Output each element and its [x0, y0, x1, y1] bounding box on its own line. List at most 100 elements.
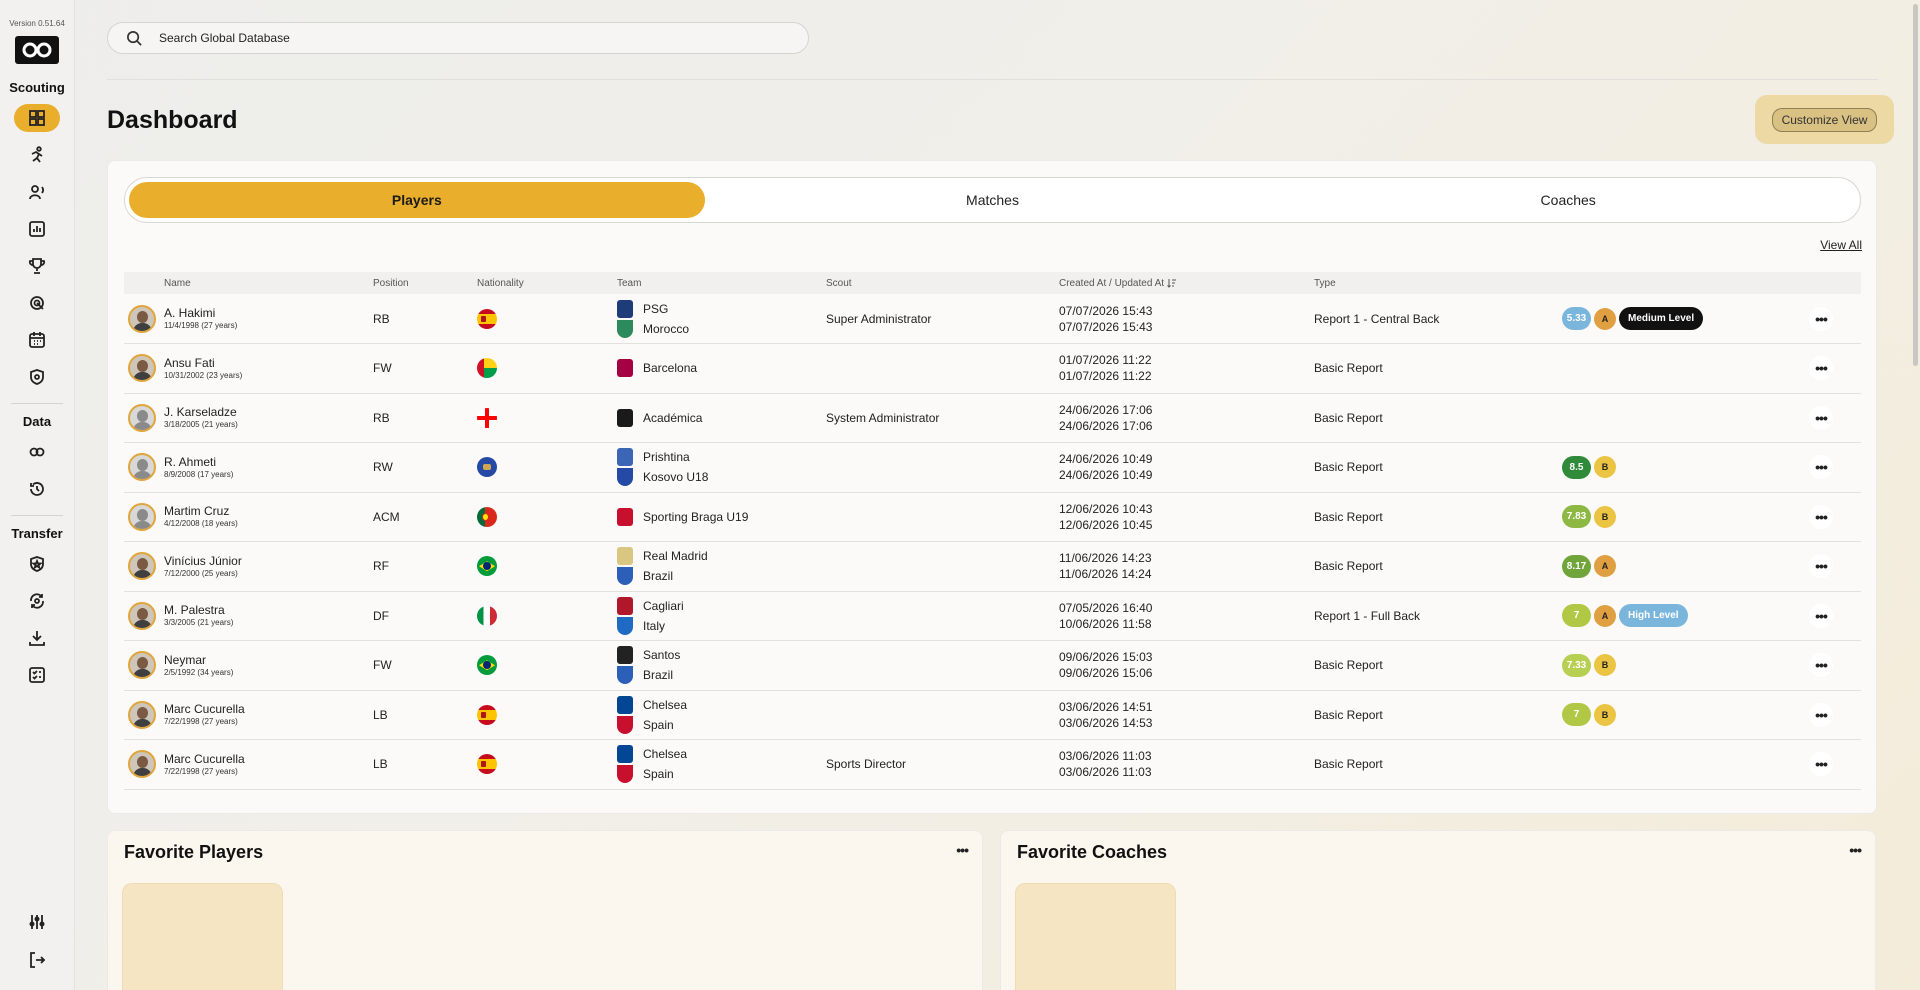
scout-name	[826, 641, 1059, 691]
table-row[interactable]: Marc Cucurella 7/22/1998 (27 years) LB C…	[124, 690, 1861, 740]
search-input[interactable]	[159, 31, 759, 45]
team-entry[interactable]: Académica	[617, 408, 826, 428]
row-menu-button[interactable]: •••	[1809, 653, 1833, 678]
report-type: Basic Report	[1314, 707, 1383, 722]
team-entry[interactable]: Chelsea	[617, 695, 826, 715]
team-crest-icon	[617, 666, 633, 685]
team-entry[interactable]: Cagliari	[617, 596, 826, 616]
target-icon[interactable]	[14, 289, 60, 317]
updated-at: 09/06/2026 15:06	[1059, 666, 1153, 681]
team-entry[interactable]: Kosovo U18	[617, 467, 826, 487]
team-entry[interactable]: Prishtina	[617, 447, 826, 467]
row-menu-button[interactable]: •••	[1809, 554, 1833, 579]
team-name: Barcelona	[643, 361, 698, 376]
team-entry[interactable]: Real Madrid	[617, 546, 826, 566]
scout-icon[interactable]	[14, 178, 60, 206]
data-icon[interactable]	[14, 438, 60, 466]
player-name[interactable]: R. Ahmeti	[164, 455, 373, 469]
calendar-icon[interactable]	[14, 326, 60, 354]
team-entry[interactable]: Sporting Braga U19	[617, 507, 826, 527]
team-name: Cagliari	[643, 598, 684, 613]
view-all-link[interactable]: View All	[1820, 238, 1862, 252]
checklist-icon[interactable]	[14, 661, 60, 689]
trophy-icon[interactable]	[14, 252, 60, 280]
player-name[interactable]: Neymar	[164, 653, 373, 667]
header-divider	[107, 79, 1878, 80]
reports-icon[interactable]	[14, 215, 60, 243]
player-name[interactable]: Marc Cucurella	[164, 702, 373, 716]
app-logo[interactable]	[15, 36, 59, 64]
table-row[interactable]: Neymar 2/5/1992 (34 years) FW Santos Bra…	[124, 641, 1861, 691]
favorite-coach-placeholder[interactable]	[1015, 883, 1176, 990]
row-menu-button[interactable]: •••	[1809, 603, 1833, 628]
page-scrollbar[interactable]	[1910, 0, 1920, 990]
tab-players[interactable]: Players	[129, 182, 705, 218]
table-row[interactable]: J. Karseladze 3/18/2005 (21 years) RB Ac…	[124, 393, 1861, 443]
tab-matches[interactable]: Matches	[705, 182, 1281, 218]
team-entry[interactable]: Spain	[617, 764, 826, 784]
team-entry[interactable]: Morocco	[617, 319, 826, 339]
row-menu-button[interactable]: •••	[1809, 504, 1833, 529]
scrollbar-thumb[interactable]	[1913, 4, 1918, 366]
sort-icon[interactable]	[1167, 278, 1177, 288]
player-name[interactable]: J. Karseladze	[164, 405, 373, 419]
row-menu-button[interactable]: •••	[1809, 455, 1833, 480]
team-entry[interactable]: PSG	[617, 299, 826, 319]
row-menu-button[interactable]: •••	[1809, 752, 1833, 777]
row-menu-button[interactable]: •••	[1809, 702, 1833, 727]
row-menu-button[interactable]: •••	[1809, 306, 1833, 331]
column-header-nationality[interactable]: Nationality	[477, 272, 617, 294]
table-row[interactable]: M. Palestra 3/3/2005 (21 years) DF Cagli…	[124, 591, 1861, 641]
team-entry[interactable]: Barcelona	[617, 358, 826, 378]
column-header-type[interactable]: Type	[1314, 272, 1562, 294]
player-name[interactable]: A. Hakimi	[164, 306, 373, 320]
player-icon[interactable]	[14, 141, 60, 169]
team-entry[interactable]: Brazil	[617, 566, 826, 586]
team-entry[interactable]: Spain	[617, 715, 826, 735]
transfer-shield-icon[interactable]	[14, 550, 60, 578]
shield-icon[interactable]	[14, 363, 60, 391]
players-table: Name Position Nationality Team Scout Cre…	[124, 272, 1861, 790]
team-entry[interactable]: Brazil	[617, 665, 826, 685]
dashboard-icon[interactable]	[14, 104, 60, 132]
logout-icon[interactable]	[14, 946, 60, 974]
favorite-coaches-menu-button[interactable]: •••	[1849, 842, 1862, 858]
player-name[interactable]: M. Palestra	[164, 603, 373, 617]
player-position: FW	[373, 361, 392, 376]
scout-name: System Administrator	[826, 410, 940, 425]
updated-at: 24/06/2026 10:49	[1059, 468, 1153, 483]
settings-icon[interactable]	[14, 908, 60, 936]
column-header-scout[interactable]: Scout	[826, 272, 1059, 294]
table-row[interactable]: Ansu Fati 10/31/2002 (23 years) FW Barce…	[124, 344, 1861, 393]
team-entry[interactable]: Santos	[617, 645, 826, 665]
table-row[interactable]: Marc Cucurella 7/22/1998 (27 years) LB C…	[124, 740, 1861, 789]
table-row[interactable]: Martim Cruz 4/12/2008 (18 years) ACM Spo…	[124, 492, 1861, 542]
grade-badge: A	[1594, 555, 1616, 578]
customize-view-button[interactable]: Customize View	[1771, 107, 1878, 132]
table-row[interactable]: R. Ahmeti 8/9/2008 (17 years) RW Prishti…	[124, 443, 1861, 492]
tab-coaches[interactable]: Coaches	[1280, 182, 1856, 218]
row-menu-button[interactable]: •••	[1809, 356, 1833, 381]
column-header-name[interactable]: Name	[164, 272, 373, 294]
favorite-player-placeholder[interactable]	[122, 883, 283, 990]
table-row[interactable]: Vinícius Júnior 7/12/2000 (25 years) RF …	[124, 542, 1861, 591]
team-entry[interactable]: Chelsea	[617, 744, 826, 764]
updated-at: 11/06/2026 14:24	[1059, 567, 1152, 582]
table-row[interactable]: A. Hakimi 11/4/1998 (27 years) RB PSG Mo…	[124, 294, 1861, 344]
row-menu-button[interactable]: •••	[1809, 405, 1833, 430]
history-icon[interactable]	[14, 475, 60, 503]
global-search[interactable]	[107, 22, 809, 54]
team-entry[interactable]: Italy	[617, 616, 826, 636]
player-name[interactable]: Martim Cruz	[164, 504, 373, 518]
column-header-team[interactable]: Team	[617, 272, 826, 294]
player-name[interactable]: Marc Cucurella	[164, 752, 373, 766]
favorite-players-menu-button[interactable]: •••	[956, 842, 969, 858]
created-at: 24/06/2026 17:06	[1059, 402, 1153, 417]
column-header-dates[interactable]: Created At / Updated At	[1059, 272, 1314, 294]
exchange-icon[interactable]	[14, 587, 60, 615]
column-header-position[interactable]: Position	[373, 272, 477, 294]
player-position: FW	[373, 658, 392, 673]
player-name[interactable]: Vinícius Júnior	[164, 554, 373, 568]
player-name[interactable]: Ansu Fati	[164, 356, 373, 370]
upload-icon[interactable]	[14, 624, 60, 652]
